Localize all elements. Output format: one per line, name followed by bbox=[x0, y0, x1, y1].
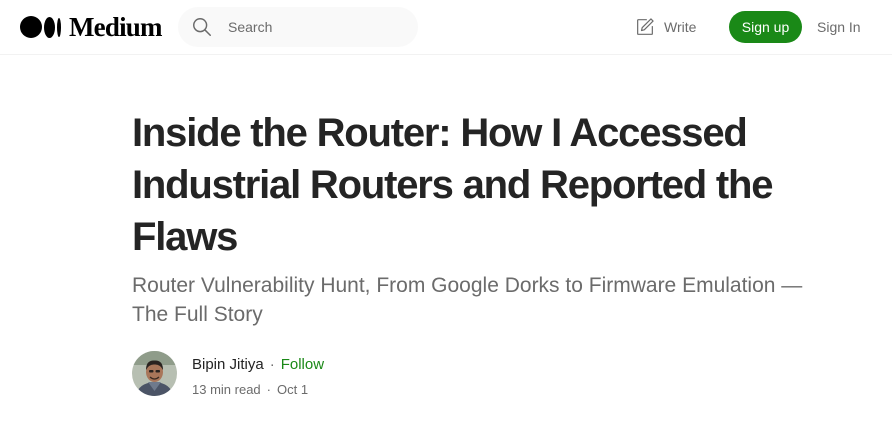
article-title: Inside the Router: How I Accessed Indust… bbox=[132, 111, 773, 259]
top-navigation-bar: Medium Write Sign up Sign In bbox=[0, 0, 892, 55]
article-subtitle: Router Vulnerability Hunt, From Google D… bbox=[132, 274, 803, 326]
write-icon bbox=[637, 18, 654, 35]
author-avatar[interactable] bbox=[132, 351, 177, 396]
search-bar[interactable] bbox=[178, 7, 418, 47]
medium-wordmark: Medium bbox=[69, 12, 163, 42]
write-label: Write bbox=[664, 19, 697, 35]
author-name[interactable]: Bipin Jitiya bbox=[192, 356, 264, 373]
dot-separator: · bbox=[269, 356, 275, 373]
search-input[interactable] bbox=[226, 18, 400, 36]
author-row: Bipin Jitiya · Follow bbox=[192, 356, 324, 373]
search-icon bbox=[193, 18, 211, 36]
read-time: 13 min read bbox=[192, 382, 261, 397]
dot-separator: · bbox=[266, 382, 271, 397]
medium-logo-mark bbox=[20, 16, 61, 38]
author-avatar-image bbox=[132, 351, 177, 396]
follow-button[interactable]: Follow bbox=[281, 356, 324, 373]
sign-up-button[interactable]: Sign up bbox=[729, 11, 802, 43]
sign-in-link[interactable]: Sign In bbox=[817, 19, 861, 35]
write-button[interactable]: Write bbox=[634, 16, 696, 38]
medium-logo[interactable]: Medium bbox=[20, 12, 163, 42]
publish-date: Oct 1 bbox=[277, 382, 309, 397]
article-meta: 13 min read · Oct 1 bbox=[192, 382, 308, 397]
